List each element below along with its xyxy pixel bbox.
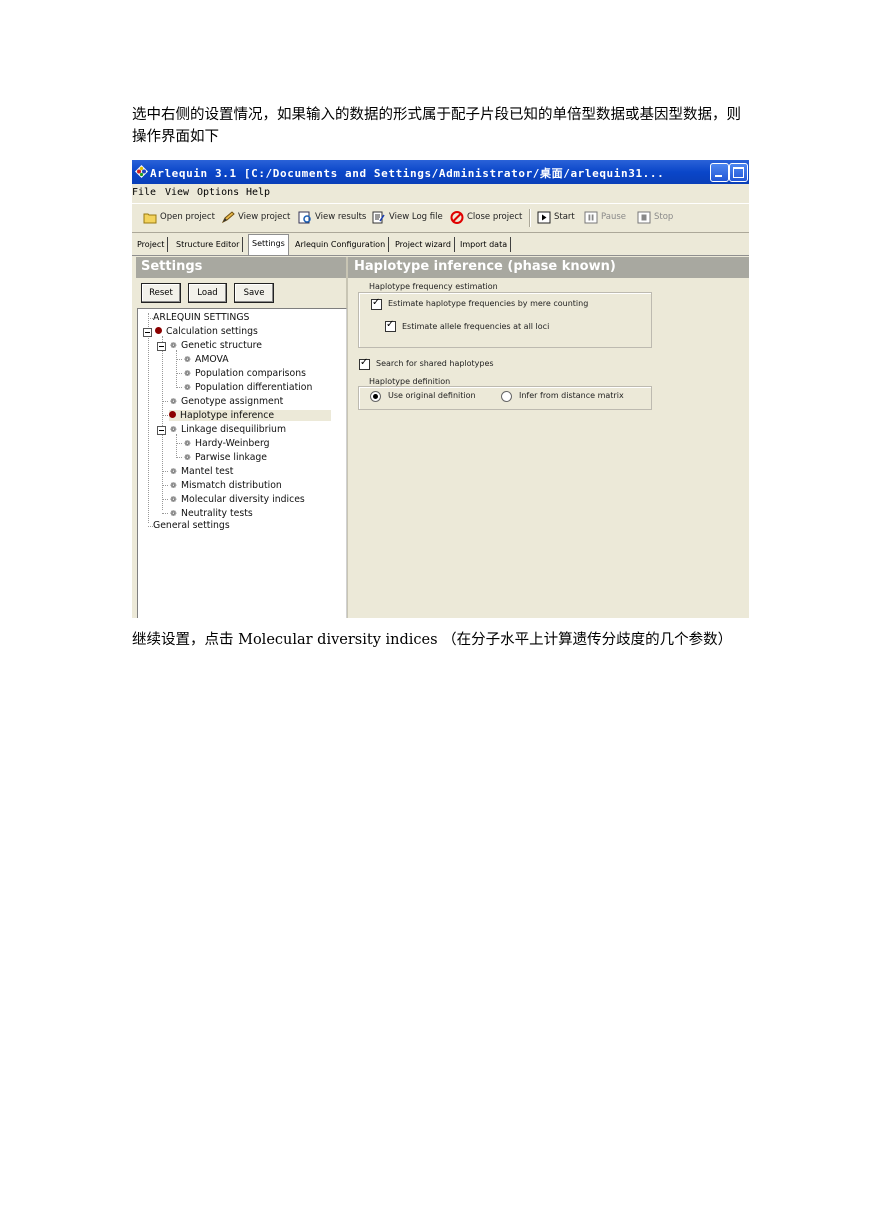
view-log-button[interactable]: View Log file [372, 210, 444, 226]
app-icon [135, 165, 148, 178]
reset-button[interactable]: Reset [141, 283, 181, 303]
tab-arlequin-configuration[interactable]: Arlequin Configuration [292, 237, 390, 252]
tab-project-wizard[interactable]: Project wizard [392, 237, 456, 252]
tree-molecular-diversity-indices[interactable]: ❁ Molecular diversity indices [169, 494, 305, 505]
pause-icon [584, 211, 598, 224]
view-project-button[interactable]: View project [221, 210, 290, 226]
bullet-icon [155, 327, 162, 334]
play-icon [537, 211, 551, 224]
menu-options[interactable]: Options [197, 187, 239, 198]
estimate-allele-label: Estimate allele frequencies at all loci [402, 322, 550, 331]
paragraph-intro: 选中右侧的设置情况，如果输入的数据的形式属于配子片段已知的单倍型数据或基因型数据… [132, 107, 741, 145]
stop-icon [637, 211, 651, 224]
use-original-label: Use original definition [388, 391, 476, 400]
gear-icon: ❁ [184, 383, 191, 392]
gear-icon: ❁ [184, 355, 191, 364]
bullet-icon [169, 411, 176, 418]
maximize-button[interactable] [729, 163, 748, 182]
tab-project[interactable]: Project [134, 237, 169, 252]
pause-button[interactable]: Pause [584, 210, 628, 226]
pencil-icon [221, 211, 235, 224]
title-bar: Arlequin 3.1 [C:/Documents and Settings/… [132, 160, 749, 184]
tree-haplotype-inference[interactable]: Haplotype inference [169, 410, 331, 421]
menu-bar: File View Options Help [132, 184, 749, 202]
tab-settings[interactable]: Settings [248, 234, 289, 255]
haplotype-frequency-label: Haplotype frequency estimation [367, 282, 500, 291]
results-icon [298, 211, 311, 224]
paragraph-continue: 继续设置，点击 Molecular diversity indices （在分子… [132, 632, 733, 648]
tree-mismatch-distribution[interactable]: ❁ Mismatch distribution [169, 480, 282, 491]
tree-pairwise-linkage[interactable]: ❁ Parwise linkage [183, 452, 267, 463]
folder-icon [143, 213, 157, 224]
gear-icon: ❁ [170, 481, 177, 490]
menu-help[interactable]: Help [246, 187, 270, 198]
gear-icon: ❁ [184, 439, 191, 448]
infer-distance-radio[interactable] [501, 391, 512, 402]
minimize-button[interactable] [710, 163, 729, 182]
estimate-haplotype-label: Estimate haplotype frequencies by mere c… [388, 299, 589, 308]
arlequin-window: Arlequin 3.1 [C:/Documents and Settings/… [132, 160, 749, 618]
tree-genetic-structure[interactable]: ❁ Genetic structure [169, 340, 262, 351]
estimate-allele-checkbox[interactable] [385, 319, 396, 332]
tree-population-differentiation[interactable]: ❁ Population differentiation [183, 382, 312, 393]
tree-root[interactable]: ARLEQUIN SETTINGS [153, 312, 249, 323]
tree-hardy-weinberg[interactable]: ❁ Hardy-Weinberg [183, 438, 269, 449]
gear-icon: ❁ [170, 425, 177, 434]
tree-linkage-disequilibrium[interactable]: ❁ Linkage disequilibrium [169, 424, 286, 435]
tree-mantel-test[interactable]: ❁ Mantel test [169, 466, 233, 477]
view-results-button[interactable]: View results [298, 210, 366, 226]
save-button[interactable]: Save [234, 283, 274, 303]
tree-amova[interactable]: ❁ AMOVA [183, 354, 229, 365]
gear-icon: ❁ [170, 495, 177, 504]
estimate-haplotype-checkbox[interactable] [371, 297, 382, 310]
gear-icon: ❁ [170, 509, 177, 518]
stop-button[interactable]: Stop [637, 210, 677, 226]
menu-file[interactable]: File [132, 187, 156, 198]
start-button[interactable]: Start [537, 210, 577, 226]
open-project-button[interactable]: Open project [143, 210, 215, 226]
gear-icon: ❁ [170, 341, 177, 350]
search-shared-checkbox[interactable] [359, 357, 370, 370]
toolbar: Open project View project View results V… [132, 203, 749, 233]
gear-icon: ❁ [184, 369, 191, 378]
settings-header: Settings [136, 257, 353, 278]
tab-structure-editor[interactable]: Structure Editor [173, 237, 244, 252]
gear-icon: ❁ [170, 397, 177, 406]
collapse-icon[interactable] [143, 328, 152, 337]
tab-import-data[interactable]: Import data [457, 237, 512, 252]
load-button[interactable]: Load [188, 283, 227, 303]
tree-genotype-assignment[interactable]: ❁ Genotype assignment [169, 396, 283, 407]
haplotype-definition-label: Haplotype definition [367, 377, 453, 386]
log-file-icon [372, 211, 385, 224]
infer-distance-label: Infer from distance matrix [519, 391, 624, 400]
menu-view[interactable]: View [165, 187, 189, 198]
window-title: Arlequin 3.1 [C:/Documents and Settings/… [150, 167, 665, 180]
gear-icon: ❁ [170, 467, 177, 476]
collapse-icon[interactable] [157, 426, 166, 435]
tree-neutrality-tests[interactable]: ❁ Neutrality tests [169, 508, 253, 519]
settings-tree: ARLEQUIN SETTINGS Calculation settings ❁… [137, 308, 347, 618]
close-project-button[interactable]: Close project [450, 210, 524, 226]
tree-general-settings[interactable]: General settings [153, 520, 230, 531]
gear-icon: ❁ [184, 453, 191, 462]
no-entry-icon [450, 211, 464, 224]
haplotype-inference-header: Haplotype inference (phase known) [348, 257, 749, 278]
tree-calculation-settings[interactable]: Calculation settings [155, 326, 258, 337]
tab-bar: Project Structure Editor Settings Arlequ… [132, 234, 749, 256]
collapse-icon[interactable] [157, 342, 166, 351]
use-original-radio[interactable] [370, 391, 381, 402]
search-shared-label: Search for shared haplotypes [376, 359, 494, 368]
tree-population-comparisons[interactable]: ❁ Population comparisons [183, 368, 306, 379]
